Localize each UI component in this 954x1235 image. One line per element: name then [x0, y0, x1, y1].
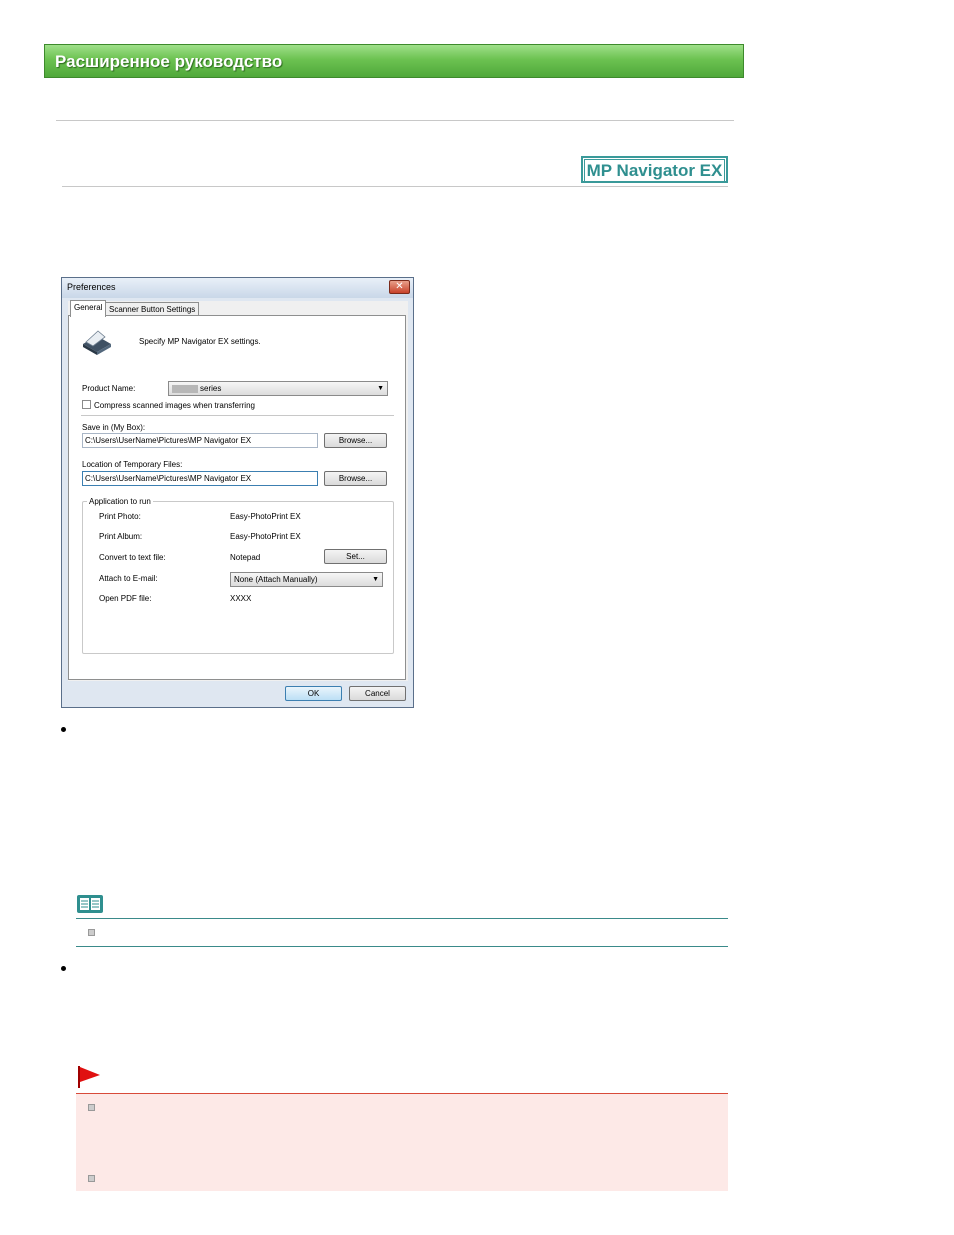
print-album-value: Easy-PhotoPrint EX [230, 532, 301, 541]
preferences-dialog: Preferences ✕ General Scanner Button Set… [61, 277, 414, 708]
scanner-icon [81, 328, 113, 356]
tab-scanner-button-settings[interactable]: Scanner Button Settings [105, 302, 200, 316]
save-in-field[interactable]: C:\Users\UserName\Pictures\MP Navigator … [82, 433, 318, 448]
compress-checkbox[interactable] [82, 400, 91, 409]
attach-email-label: Attach to E-mail: [99, 574, 158, 583]
note-divider [76, 918, 728, 919]
dialog-title: Preferences [67, 282, 116, 292]
print-photo-label: Print Photo: [99, 512, 141, 521]
product-name-label: Product Name: [82, 384, 136, 393]
note-book-icon [76, 894, 104, 914]
print-photo-value: Easy-PhotoPrint EX [230, 512, 301, 521]
divider [56, 120, 734, 121]
convert-text-value: Notepad [230, 553, 261, 562]
header-title: Расширенное руководство [55, 52, 283, 71]
divider [62, 186, 728, 187]
open-pdf-value: XXXX [230, 594, 252, 603]
chevron-down-icon: ▼ [377, 385, 384, 392]
header-banner: Расширенное руководство [44, 44, 744, 78]
close-button[interactable]: ✕ [389, 280, 410, 294]
compress-label: Compress scanned images when transferrin… [94, 401, 255, 410]
product-name-value: series [200, 384, 222, 393]
important-bullet [88, 1104, 95, 1111]
product-name-select[interactable]: series ▼ [168, 381, 388, 396]
tab-panel-general: Specify MP Navigator EX settings. Produc… [68, 315, 406, 680]
list-bullet [61, 727, 66, 732]
important-flag-icon [76, 1064, 102, 1090]
intro-text: Specify MP Navigator EX settings. [139, 337, 261, 346]
browse-temp-button[interactable]: Browse... [324, 471, 387, 486]
temp-files-field[interactable]: C:\Users\UserName\Pictures\MP Navigator … [82, 471, 318, 486]
ok-button[interactable]: OK [285, 686, 342, 701]
open-pdf-label: Open PDF file: [99, 594, 152, 603]
note-bullet [88, 929, 95, 936]
application-group-title: Application to run [87, 497, 153, 506]
product-name-redacted [172, 384, 198, 393]
product-logo: MP Navigator EX [581, 156, 728, 183]
dialog-titlebar: Preferences ✕ [62, 278, 413, 298]
browse-save-button[interactable]: Browse... [324, 433, 387, 448]
important-box [76, 1093, 728, 1191]
convert-text-label: Convert to text file: [99, 553, 166, 562]
chevron-down-icon: ▼ [372, 576, 379, 583]
note-divider [76, 946, 728, 947]
temp-files-label: Location of Temporary Files: [82, 460, 183, 469]
save-in-label: Save in (My Box): [82, 423, 146, 432]
print-album-label: Print Album: [99, 532, 143, 541]
separator [81, 415, 394, 416]
list-bullet [61, 966, 66, 971]
cancel-button[interactable]: Cancel [349, 686, 406, 701]
tab-general[interactable]: General [70, 300, 107, 317]
important-bullet [88, 1175, 95, 1182]
product-logo-text: MP Navigator EX [584, 159, 725, 182]
attach-email-select[interactable]: None (Attach Manually) ▼ [230, 572, 383, 587]
set-button[interactable]: Set... [324, 549, 387, 564]
attach-email-value: None (Attach Manually) [234, 575, 318, 584]
